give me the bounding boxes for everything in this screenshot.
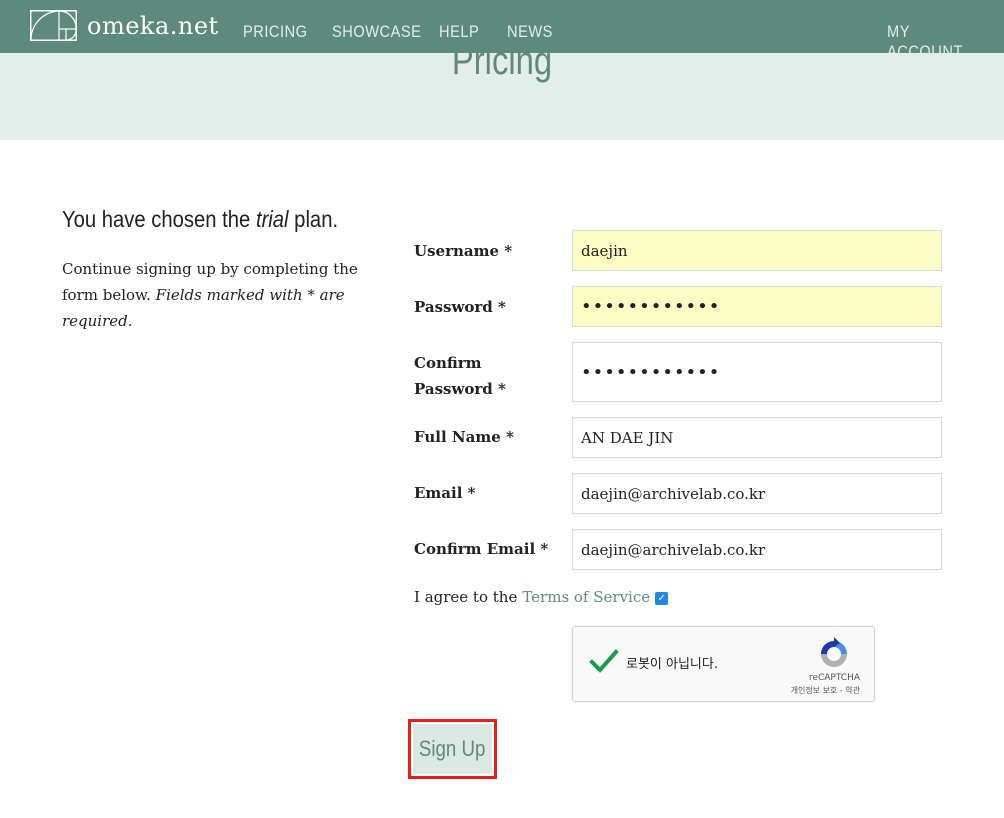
recaptcha-logo-icon bbox=[821, 637, 847, 667]
recaptcha-links[interactable]: 개인정보 보호 - 약관 bbox=[791, 685, 860, 696]
terms-of-service-link[interactable]: Terms of Service bbox=[522, 588, 650, 606]
password-label: Password * bbox=[414, 298, 506, 316]
confirm-password-label: Confirm Password * bbox=[414, 354, 506, 398]
username-input[interactable]: daejin bbox=[572, 230, 942, 271]
full-name-label: Full Name * bbox=[414, 428, 514, 446]
recaptcha-brand: reCAPTCHA bbox=[808, 673, 860, 683]
sign-up-button[interactable]: Sign Up bbox=[413, 724, 492, 774]
golden-ratio-logo-icon bbox=[30, 10, 77, 41]
terms-checkbox[interactable]: ✓ bbox=[655, 592, 669, 605]
terms-agreement: I agree to the Terms of Service ✓ bbox=[414, 588, 669, 606]
email-input[interactable]: daejin@archivelab.co.kr bbox=[572, 473, 942, 514]
page-title: Pricing bbox=[451, 39, 553, 83]
password-input[interactable]: •••••••••••• bbox=[572, 286, 942, 327]
plan-heading: You have chosen the trial plan. bbox=[62, 206, 338, 233]
confirm-password-input[interactable]: •••••••••••• bbox=[572, 342, 942, 402]
plan-heading-prefix: You have chosen the bbox=[62, 206, 256, 232]
confirm-email-input[interactable]: daejin@archivelab.co.kr bbox=[572, 529, 942, 570]
email-label: Email * bbox=[414, 484, 476, 502]
recaptcha-label: 로봇이 아닙니다. bbox=[626, 657, 718, 672]
plan-name: trial bbox=[255, 206, 289, 232]
plan-heading-suffix: plan. bbox=[288, 206, 339, 232]
full-name-input[interactable]: AN DAE JIN bbox=[572, 417, 942, 458]
checkmark-icon[interactable] bbox=[589, 647, 619, 677]
sign-up-label: Sign Up bbox=[419, 736, 486, 761]
logo-link[interactable]: omeka.net bbox=[30, 10, 219, 41]
agree-text: I agree to the bbox=[414, 588, 518, 606]
confirm-email-label: Confirm Email * bbox=[414, 540, 549, 558]
recaptcha-widget: 로봇이 아닙니다. reCAPTCHA 개인정보 보호 - 약관 bbox=[572, 626, 875, 702]
username-label: Username * bbox=[414, 242, 513, 260]
logo-text: omeka.net bbox=[87, 11, 219, 40]
plan-description: Continue signing up by completing the fo… bbox=[62, 256, 362, 334]
